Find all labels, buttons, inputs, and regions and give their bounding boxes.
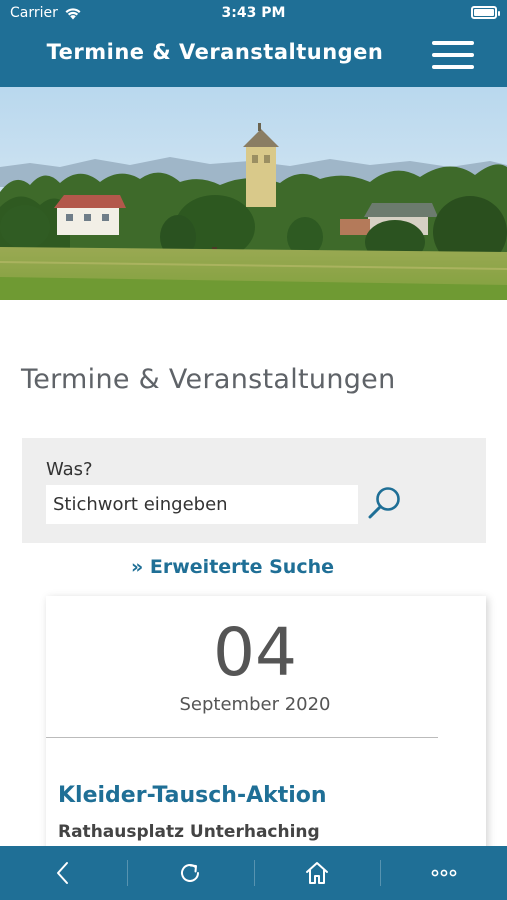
home-icon xyxy=(305,862,328,884)
app-screen: Carrier 3:43 PM Termine & Veranstaltunge… xyxy=(0,0,507,900)
status-time: 3:43 PM xyxy=(221,5,286,21)
town-landscape-photo xyxy=(0,87,507,300)
battery-icon xyxy=(471,6,500,19)
status-bar: Carrier 3:43 PM xyxy=(0,0,507,28)
event-month-year: September 2020 xyxy=(179,694,331,715)
page-title: Termine & Veranstaltungen xyxy=(21,364,396,395)
header-title: Termine & Veranstaltungen xyxy=(46,40,384,64)
more-dots-icon xyxy=(431,869,457,877)
reload-button[interactable] xyxy=(126,846,254,900)
more-button[interactable] xyxy=(380,846,507,900)
home-button[interactable] xyxy=(253,846,381,900)
search-label: Was? xyxy=(46,459,93,480)
event-location: Rathausplatz Unterhaching xyxy=(58,822,320,842)
back-button[interactable] xyxy=(0,846,127,900)
event-card[interactable]: 04 September 2020 Kleider-Tausch-Aktion … xyxy=(46,596,486,866)
search-input[interactable] xyxy=(46,485,358,524)
event-divider xyxy=(46,737,438,738)
event-day: 04 xyxy=(213,614,297,691)
search-icon xyxy=(368,487,400,519)
top-bar: Carrier 3:43 PM Termine & Veranstaltunge… xyxy=(0,0,507,87)
advanced-search-link[interactable]: » Erweiterte Suche xyxy=(131,556,334,578)
back-chevron-icon xyxy=(57,862,69,884)
reload-icon xyxy=(181,864,200,882)
hamburger-menu-icon[interactable] xyxy=(432,40,474,70)
search-panel: Was? xyxy=(22,438,486,543)
bottom-toolbar xyxy=(0,846,507,900)
search-button[interactable] xyxy=(365,485,405,521)
event-title-link[interactable]: Kleider-Tausch-Aktion xyxy=(58,783,327,808)
hero-image xyxy=(0,87,507,300)
